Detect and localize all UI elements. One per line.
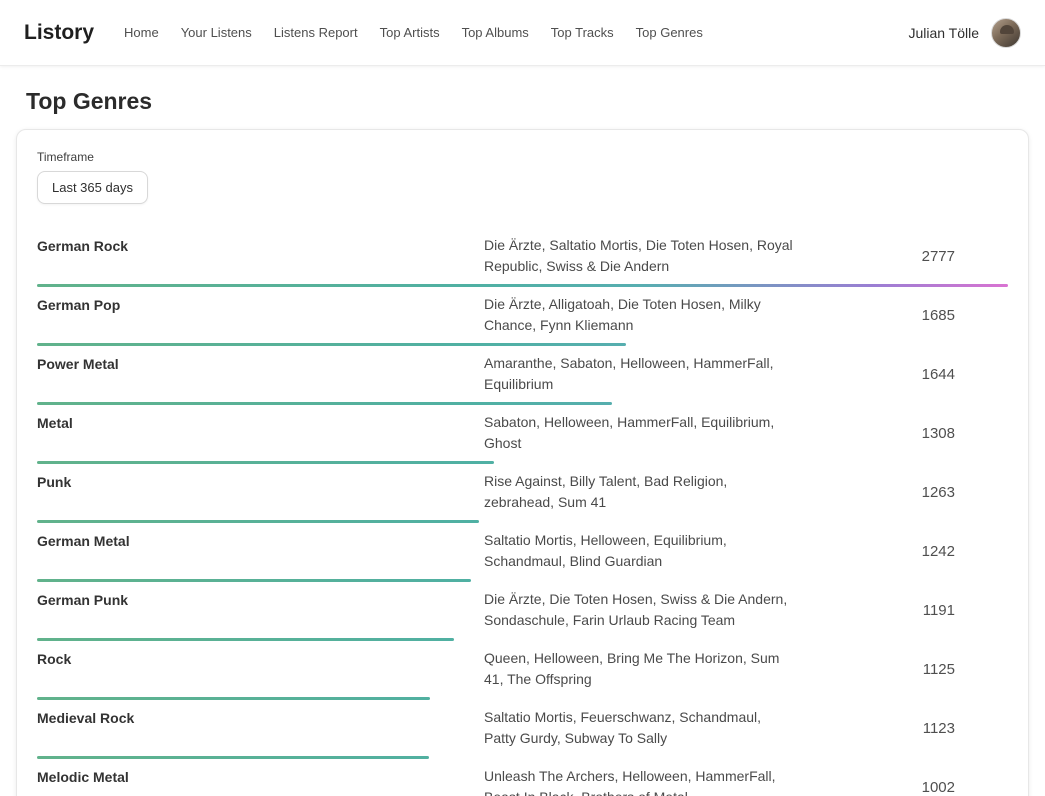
top-genres-card: Timeframe Last 365 days German Rock Die … [16,129,1029,796]
genre-count: 1191 [796,589,1008,631]
genre-name: Rock [37,648,484,690]
avatar[interactable] [991,18,1021,48]
user-name: Julian Tölle [908,25,979,41]
genre-artists: Rise Against, Billy Talent, Bad Religion… [484,471,796,513]
genre-artists: Die Ärzte, Saltatio Mortis, Die Toten Ho… [484,235,796,277]
nav-item-top-albums[interactable]: Top Albums [462,25,529,40]
genre-table: German Rock Die Ärzte, Saltatio Mortis, … [37,228,1008,796]
nav-item-your-listens[interactable]: Your Listens [181,25,252,40]
genre-artists: Queen, Helloween, Bring Me The Horizon, … [484,648,796,690]
genre-row: Metal Sabaton, Helloween, HammerFall, Eq… [37,405,1008,464]
genre-artists: Unleash The Archers, Helloween, HammerFa… [484,766,796,796]
genre-count: 1125 [796,648,1008,690]
genre-count: 1644 [796,353,1008,395]
nav-item-top-tracks[interactable]: Top Tracks [551,25,614,40]
genre-row: Melodic Metal Unleash The Archers, Hello… [37,759,1008,796]
genre-row: Medieval Rock Saltatio Mortis, Feuerschw… [37,700,1008,759]
genre-name: Power Metal [37,353,484,395]
page-title: Top Genres [26,88,1045,115]
genre-name: German Rock [37,235,484,277]
genre-name: Medieval Rock [37,707,484,749]
genre-row: German Rock Die Ärzte, Saltatio Mortis, … [37,228,1008,287]
nav-item-top-artists[interactable]: Top Artists [380,25,440,40]
genre-name: German Metal [37,530,484,572]
genre-row: German Metal Saltatio Mortis, Helloween,… [37,523,1008,582]
genre-name: Punk [37,471,484,513]
user-menu[interactable]: Julian Tölle [908,18,1021,48]
genre-artists: Saltatio Mortis, Feuerschwanz, Schandmau… [484,707,796,749]
timeframe-label: Timeframe [37,150,1008,164]
genre-count: 1242 [796,530,1008,572]
genre-name: German Punk [37,589,484,631]
genre-count: 2777 [796,235,1008,277]
genre-row: German Pop Die Ärzte, Alligatoah, Die To… [37,287,1008,346]
genre-name: Melodic Metal [37,766,484,796]
genre-count: 1263 [796,471,1008,513]
genre-count: 1308 [796,412,1008,454]
nav-item-top-genres[interactable]: Top Genres [636,25,703,40]
genre-artists: Die Ärzte, Alligatoah, Die Toten Hosen, … [484,294,796,336]
genre-name: Metal [37,412,484,454]
genre-artists: Saltatio Mortis, Helloween, Equilibrium,… [484,530,796,572]
nav-item-listens-report[interactable]: Listens Report [274,25,358,40]
genre-row: Punk Rise Against, Billy Talent, Bad Rel… [37,464,1008,523]
genre-row: Rock Queen, Helloween, Bring Me The Hori… [37,641,1008,700]
timeframe-select[interactable]: Last 365 days [37,171,148,204]
genre-artists: Sabaton, Helloween, HammerFall, Equilibr… [484,412,796,454]
top-nav: Listory Home Your Listens Listens Report… [0,0,1045,66]
genre-count: 1002 [796,766,1008,796]
genre-name: German Pop [37,294,484,336]
nav-menu: Home Your Listens Listens Report Top Art… [124,25,908,40]
app-logo[interactable]: Listory [24,21,94,45]
genre-count: 1123 [796,707,1008,749]
genre-count: 1685 [796,294,1008,336]
nav-item-home[interactable]: Home [124,25,159,40]
genre-artists: Die Ärzte, Die Toten Hosen, Swiss & Die … [484,589,796,631]
genre-artists: Amaranthe, Sabaton, Helloween, HammerFal… [484,353,796,395]
genre-row: German Punk Die Ärzte, Die Toten Hosen, … [37,582,1008,641]
genre-row: Power Metal Amaranthe, Sabaton, Hellowee… [37,346,1008,405]
